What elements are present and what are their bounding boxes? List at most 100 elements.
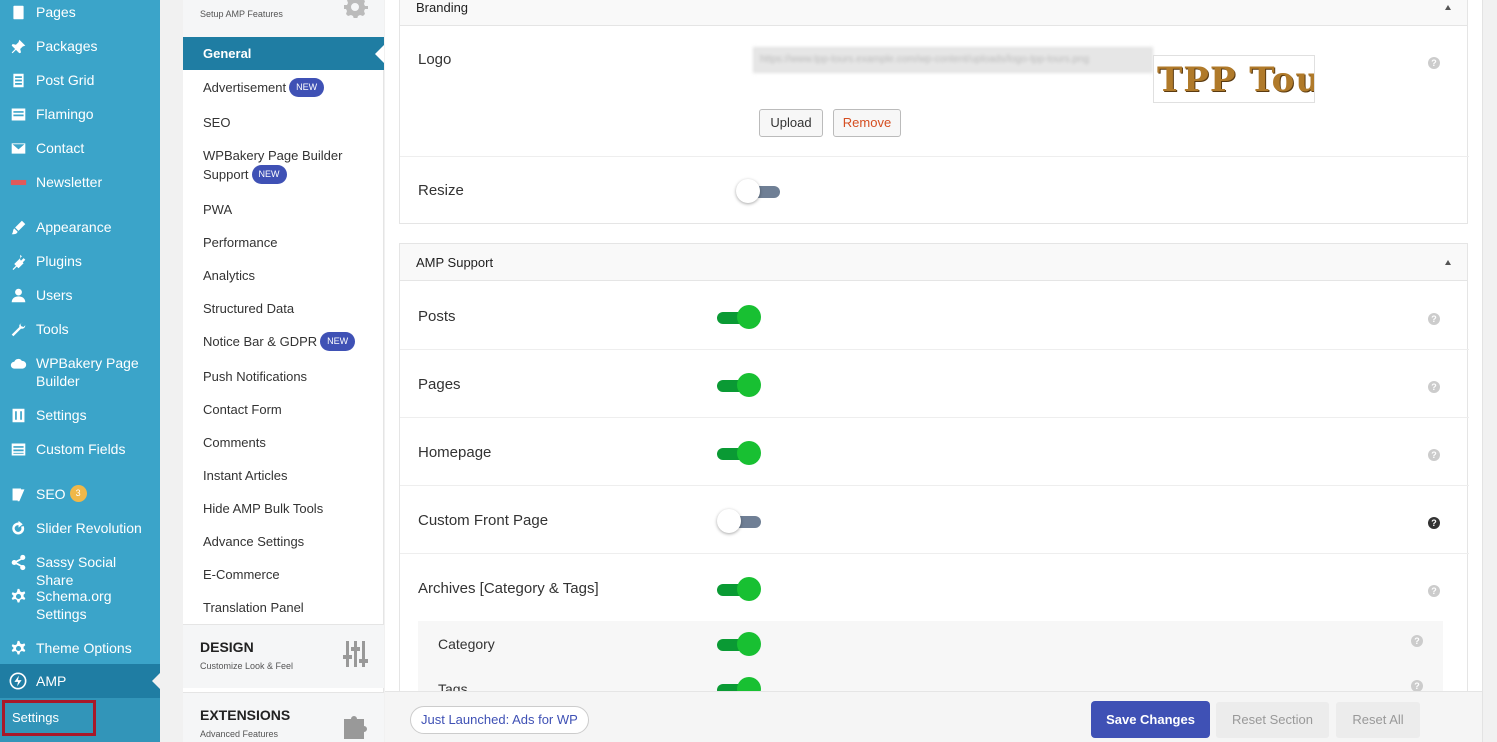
nav-item-e-commerce[interactable]: E-Commerce: [203, 565, 373, 584]
nav-item-advertisement[interactable]: Advertisement NEW: [203, 78, 373, 97]
wp-menu-flamingo[interactable]: Flamingo: [0, 105, 160, 123]
wp-menu-newsletter[interactable]: Newsletter: [0, 173, 160, 191]
nav-item-general[interactable]: General: [183, 37, 384, 70]
new-badge: NEW: [320, 332, 356, 351]
logo-url-field[interactable]: https://www.tpp-tours.example.com/wp-con…: [753, 47, 1153, 73]
nav-section-extensions[interactable]: EXTENSIONS Advanced Features: [183, 692, 384, 742]
nav-section-design[interactable]: DESIGN Customize Look & Feel: [183, 624, 384, 688]
posts-toggle[interactable]: [717, 305, 761, 329]
wp-menu-wpbakery[interactable]: WPBakery Page Builder: [0, 354, 160, 390]
panel-title: AMP Support: [416, 255, 494, 270]
nav-item-translation-panel[interactable]: Translation Panel: [203, 598, 373, 617]
wp-menu-pages[interactable]: Pages: [0, 3, 160, 21]
nav-item-label: Instant Articles: [203, 468, 288, 483]
nav-item-comments[interactable]: Comments: [203, 433, 373, 452]
nav-item-label: Comments: [203, 435, 266, 450]
sliders-icon: [8, 406, 28, 424]
nav-item-contact-form[interactable]: Contact Form: [203, 400, 373, 419]
custom-front-page-toggle[interactable]: [717, 509, 761, 533]
help-icon[interactable]: ?: [1428, 381, 1440, 393]
wp-menu-label: Pages: [36, 4, 76, 20]
wp-menu-settings[interactable]: Settings: [0, 406, 160, 424]
nav-item-instant-articles[interactable]: Instant Articles: [203, 466, 373, 485]
archives-toggle[interactable]: [717, 577, 761, 601]
wp-menu-label: Users: [36, 287, 73, 303]
nav-item-analytics[interactable]: Analytics: [203, 266, 373, 285]
toggle-knob: [737, 577, 761, 601]
nav-item-pwa[interactable]: PWA: [203, 200, 373, 219]
wp-menu-users[interactable]: Users: [0, 286, 160, 304]
wp-menu-plugins[interactable]: Plugins: [0, 252, 160, 270]
brush-icon: [8, 218, 28, 236]
resize-toggle[interactable]: [736, 179, 780, 203]
active-indicator: [375, 45, 384, 63]
wp-menu-schema-settings[interactable]: Schema.org Settings: [0, 587, 160, 623]
flamingo-icon: [8, 105, 28, 123]
nav-section-subtitle: Customize Look & Feel: [200, 661, 294, 671]
homepage-toggle[interactable]: [717, 441, 761, 465]
wp-menu-packages[interactable]: Packages: [0, 37, 160, 55]
footer-action-bar: Just Launched: Ads for WP Save Changes R…: [385, 691, 1482, 742]
row-label: Homepage: [418, 444, 492, 461]
wp-menu-amp[interactable]: AMP: [0, 664, 160, 698]
help-icon[interactable]: ?: [1428, 449, 1440, 461]
share-icon: [8, 553, 28, 571]
help-icon[interactable]: ?: [1428, 57, 1440, 69]
logo-preview-image: TPP Tour: [1153, 55, 1315, 103]
nav-item-structured-data[interactable]: Structured Data: [203, 299, 373, 318]
wp-menu-theme-options[interactable]: Theme Options: [0, 639, 160, 657]
wp-menu-custom-fields[interactable]: Custom Fields: [0, 440, 160, 458]
branding-panel-header[interactable]: Branding: [400, 0, 1467, 26]
ads-for-wp-link[interactable]: Just Launched: Ads for WP: [410, 706, 589, 734]
nav-item-seo[interactable]: SEO: [203, 113, 373, 132]
nav-item-wpbakery-support[interactable]: WPBakery Page Builder Support NEW: [203, 146, 353, 184]
wp-menu-sassy-social-share[interactable]: Sassy Social Share: [0, 553, 160, 589]
help-icon[interactable]: ?: [1428, 517, 1440, 529]
nav-item-hide-amp-bulk-tools[interactable]: Hide AMP Bulk Tools: [203, 499, 373, 518]
pages-toggle[interactable]: [717, 373, 761, 397]
nav-item-push-notifications[interactable]: Push Notifications: [203, 367, 373, 386]
nav-item-notice-bar-gdpr[interactable]: Notice Bar & GDPR NEW: [203, 332, 373, 351]
collapse-caret-icon[interactable]: [1445, 5, 1451, 10]
help-icon[interactable]: ?: [1428, 313, 1440, 325]
wrench-icon: [8, 320, 28, 338]
nav-item-advance-settings[interactable]: Advance Settings: [203, 532, 373, 551]
lightning-icon: [8, 672, 28, 690]
puzzle-icon: [344, 716, 367, 739]
posts-row: Posts ?: [400, 282, 1469, 350]
active-indicator: [152, 673, 160, 689]
upload-button[interactable]: Upload: [759, 109, 823, 137]
homepage-row: Homepage ?: [400, 418, 1469, 486]
wp-menu-label: SEO: [36, 486, 66, 502]
wp-menu-label: Theme Options: [36, 640, 132, 656]
user-icon: [8, 286, 28, 304]
remove-button[interactable]: Remove: [833, 109, 901, 137]
wp-menu-label: Custom Fields: [36, 441, 126, 457]
toggle-knob: [737, 441, 761, 465]
wp-menu-contact[interactable]: Contact: [0, 139, 160, 157]
reset-section-button[interactable]: Reset Section: [1216, 702, 1329, 738]
nav-item-label: E-Commerce: [203, 567, 280, 582]
branding-panel: Branding Logo https://www.tpp-tours.exam…: [399, 0, 1469, 224]
help-icon[interactable]: ?: [1411, 635, 1423, 647]
wp-menu-seo[interactable]: SEO 3: [0, 485, 160, 503]
wp-menu-slider-revolution[interactable]: Slider Revolution: [0, 519, 160, 537]
page-scrollbar[interactable]: [1482, 0, 1497, 742]
amp-support-panel-header[interactable]: AMP Support: [400, 244, 1467, 281]
wp-menu-tools[interactable]: Tools: [0, 320, 160, 338]
row-label: Custom Front Page: [418, 512, 549, 529]
sliders-icon: [343, 641, 368, 667]
wp-menu-label: AMP: [36, 673, 67, 689]
reset-all-button[interactable]: Reset All: [1336, 702, 1420, 738]
nav-item-performance[interactable]: Performance: [203, 233, 373, 252]
help-icon[interactable]: ?: [1428, 585, 1440, 597]
category-toggle[interactable]: [717, 632, 761, 656]
save-changes-button[interactable]: Save Changes: [1091, 701, 1210, 738]
collapse-caret-icon[interactable]: [1445, 260, 1451, 265]
amp-settings-submenu-item[interactable]: Settings: [2, 700, 96, 736]
nav-item-label: Structured Data: [203, 301, 295, 316]
wp-menu-appearance[interactable]: Appearance: [0, 218, 160, 236]
grid-icon: [8, 71, 28, 89]
wp-menu-label: Packages: [36, 38, 98, 54]
wp-menu-post-grid[interactable]: Post Grid: [0, 71, 160, 89]
